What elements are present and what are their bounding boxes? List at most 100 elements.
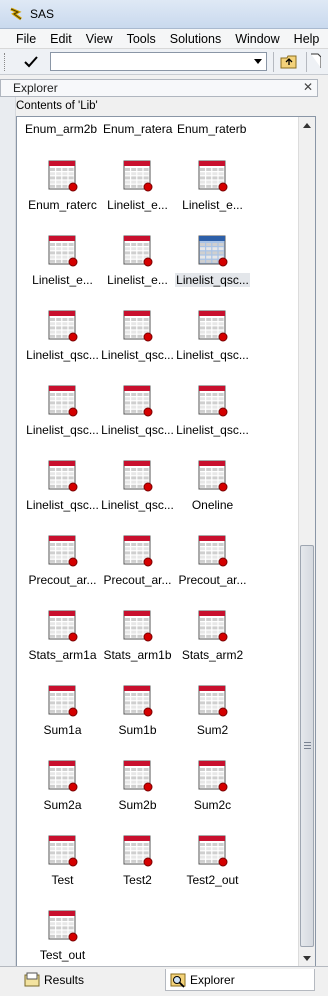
dataset-label: Linelist_qsc... xyxy=(101,423,174,437)
dataset-item[interactable]: Linelist_e... xyxy=(100,160,175,235)
dataset-label: Sum2 xyxy=(196,723,229,737)
dataset-item[interactable]: Enum_raterc xyxy=(25,160,100,235)
dataset-item[interactable]: Linelist_qsc... xyxy=(100,310,175,385)
dataset-label: Linelist_qsc... xyxy=(176,423,249,437)
menu-file[interactable]: File xyxy=(0,29,43,49)
new-document-button[interactable] xyxy=(309,52,323,72)
sas-dataset-icon xyxy=(123,760,153,792)
library-contents-pane[interactable]: Enum_arm2b Enum_ratera Enum_raterb Enum_… xyxy=(16,116,316,967)
dataset-item[interactable]: Linelist_e... xyxy=(25,235,100,310)
dataset-item[interactable]: Test_out xyxy=(25,910,100,966)
command-combobox[interactable] xyxy=(50,52,267,71)
dataset-item[interactable]: Linelist_qsc... xyxy=(25,385,100,460)
dataset-item[interactable]: Stats_arm2 xyxy=(175,610,250,685)
dataset-label: Linelist_e... xyxy=(32,273,93,287)
menu-view[interactable]: View xyxy=(79,29,120,49)
dataset-item[interactable]: Test2_out xyxy=(175,835,250,910)
dataset-label: Sum2a xyxy=(43,798,82,812)
sas-dataset-icon xyxy=(123,310,153,342)
dataset-item[interactable]: Linelist_qsc... xyxy=(25,310,100,385)
contents-label: Contents of 'Lib' xyxy=(16,100,98,112)
close-icon[interactable]: ✕ xyxy=(303,80,313,94)
scrollbar-thumb[interactable] xyxy=(300,545,314,947)
dataset-label: Sum2c xyxy=(193,798,232,812)
dataset-label: Linelist_qsc... xyxy=(26,348,99,362)
list-item[interactable]: Enum_ratera xyxy=(103,122,172,136)
dataset-label: Linelist_qsc... xyxy=(26,423,99,437)
sas-dataset-icon xyxy=(198,535,228,567)
sas-dataset-icon xyxy=(123,685,153,717)
sas-dataset-icon xyxy=(48,910,78,942)
dataset-item[interactable]: Linelist_qsc... xyxy=(175,235,250,310)
dataset-item[interactable]: Linelist_e... xyxy=(100,235,175,310)
dataset-item[interactable]: Linelist_qsc... xyxy=(175,310,250,385)
sas-dataset-icon xyxy=(48,235,78,267)
tab-label: Results xyxy=(44,973,85,987)
submit-check-button[interactable] xyxy=(16,52,46,72)
title-bar: SAS xyxy=(0,0,328,29)
dataset-item[interactable]: Precout_ar... xyxy=(175,535,250,610)
vertical-scrollbar[interactable] xyxy=(298,117,315,966)
dataset-item[interactable]: Linelist_qsc... xyxy=(25,460,100,535)
sas-dataset-icon xyxy=(198,610,228,642)
dataset-item[interactable]: Linelist_qsc... xyxy=(100,460,175,535)
menu-help[interactable]: Help xyxy=(287,29,327,49)
menu-bar: File Edit View Tools Solutions Window He… xyxy=(0,29,328,49)
dataset-item[interactable]: Test2 xyxy=(100,835,175,910)
dataset-label: Stats_arm1b xyxy=(103,648,172,662)
dataset-item[interactable]: Sum1b xyxy=(100,685,175,760)
sas-dataset-icon xyxy=(198,310,228,342)
dataset-label: Linelist_e... xyxy=(107,198,168,212)
sas-dataset-icon xyxy=(198,760,228,792)
sas-dataset-icon xyxy=(198,685,228,717)
dataset-label: Test xyxy=(51,873,74,887)
dataset-label: Linelist_qsc... xyxy=(176,348,249,362)
menu-solutions[interactable]: Solutions xyxy=(163,29,228,49)
sas-dataset-icon xyxy=(123,385,153,417)
scroll-up-button[interactable] xyxy=(299,117,315,133)
menu-tools[interactable]: Tools xyxy=(120,29,163,49)
toolbar-grip[interactable] xyxy=(4,52,8,71)
dataset-item[interactable]: Stats_arm1b xyxy=(100,610,175,685)
tab-results[interactable]: Results xyxy=(20,969,162,991)
toolbar xyxy=(0,49,328,75)
dataset-item[interactable]: Linelist_qsc... xyxy=(175,385,250,460)
sas-dataset-icon xyxy=(48,610,78,642)
dataset-label: Test_out xyxy=(39,948,86,962)
dataset-item[interactable]: Sum1a xyxy=(25,685,100,760)
chevron-up-icon xyxy=(303,122,311,128)
dataset-label: Sum1a xyxy=(43,723,82,737)
dataset-item[interactable]: Linelist_e... xyxy=(175,160,250,235)
dataset-item[interactable]: Sum2c xyxy=(175,760,250,835)
menu-window[interactable]: Window xyxy=(228,29,286,49)
sas-dataset-icon xyxy=(48,685,78,717)
up-folder-button[interactable] xyxy=(278,52,300,72)
list-item[interactable]: Enum_arm2b xyxy=(25,122,97,136)
dataset-label: Linelist_qsc... xyxy=(175,273,250,287)
dataset-item[interactable]: Precout_ar... xyxy=(25,535,100,610)
dataset-item[interactable]: Sum2 xyxy=(175,685,250,760)
dataset-label: Linelist_e... xyxy=(182,198,243,212)
sas-dataset-icon xyxy=(48,385,78,417)
sas-dataset-icon xyxy=(48,760,78,792)
toolbar-separator xyxy=(306,51,307,72)
scroll-down-button[interactable] xyxy=(299,950,315,966)
dataset-label: Test2_out xyxy=(186,873,239,887)
dataset-item[interactable]: Oneline xyxy=(175,460,250,535)
dataset-item[interactable]: Sum2a xyxy=(25,760,100,835)
dataset-label: Sum2b xyxy=(118,798,157,812)
dataset-item[interactable]: Stats_arm1a xyxy=(25,610,100,685)
dataset-item[interactable]: Linelist_qsc... xyxy=(100,385,175,460)
tab-explorer[interactable]: Explorer xyxy=(165,969,315,991)
chevron-down-icon xyxy=(303,955,311,961)
dataset-item[interactable]: Sum2b xyxy=(100,760,175,835)
toolbar-separator xyxy=(273,51,274,72)
sas-dataset-icon xyxy=(198,460,228,492)
menu-edit[interactable]: Edit xyxy=(43,29,79,49)
dataset-item[interactable]: Precout_ar... xyxy=(100,535,175,610)
dataset-label: Enum_raterc xyxy=(28,198,97,212)
dataset-item[interactable]: Test xyxy=(25,835,100,910)
list-item[interactable]: Enum_raterb xyxy=(177,122,246,136)
dropdown-arrow-icon[interactable] xyxy=(254,59,262,64)
results-icon xyxy=(24,972,40,987)
